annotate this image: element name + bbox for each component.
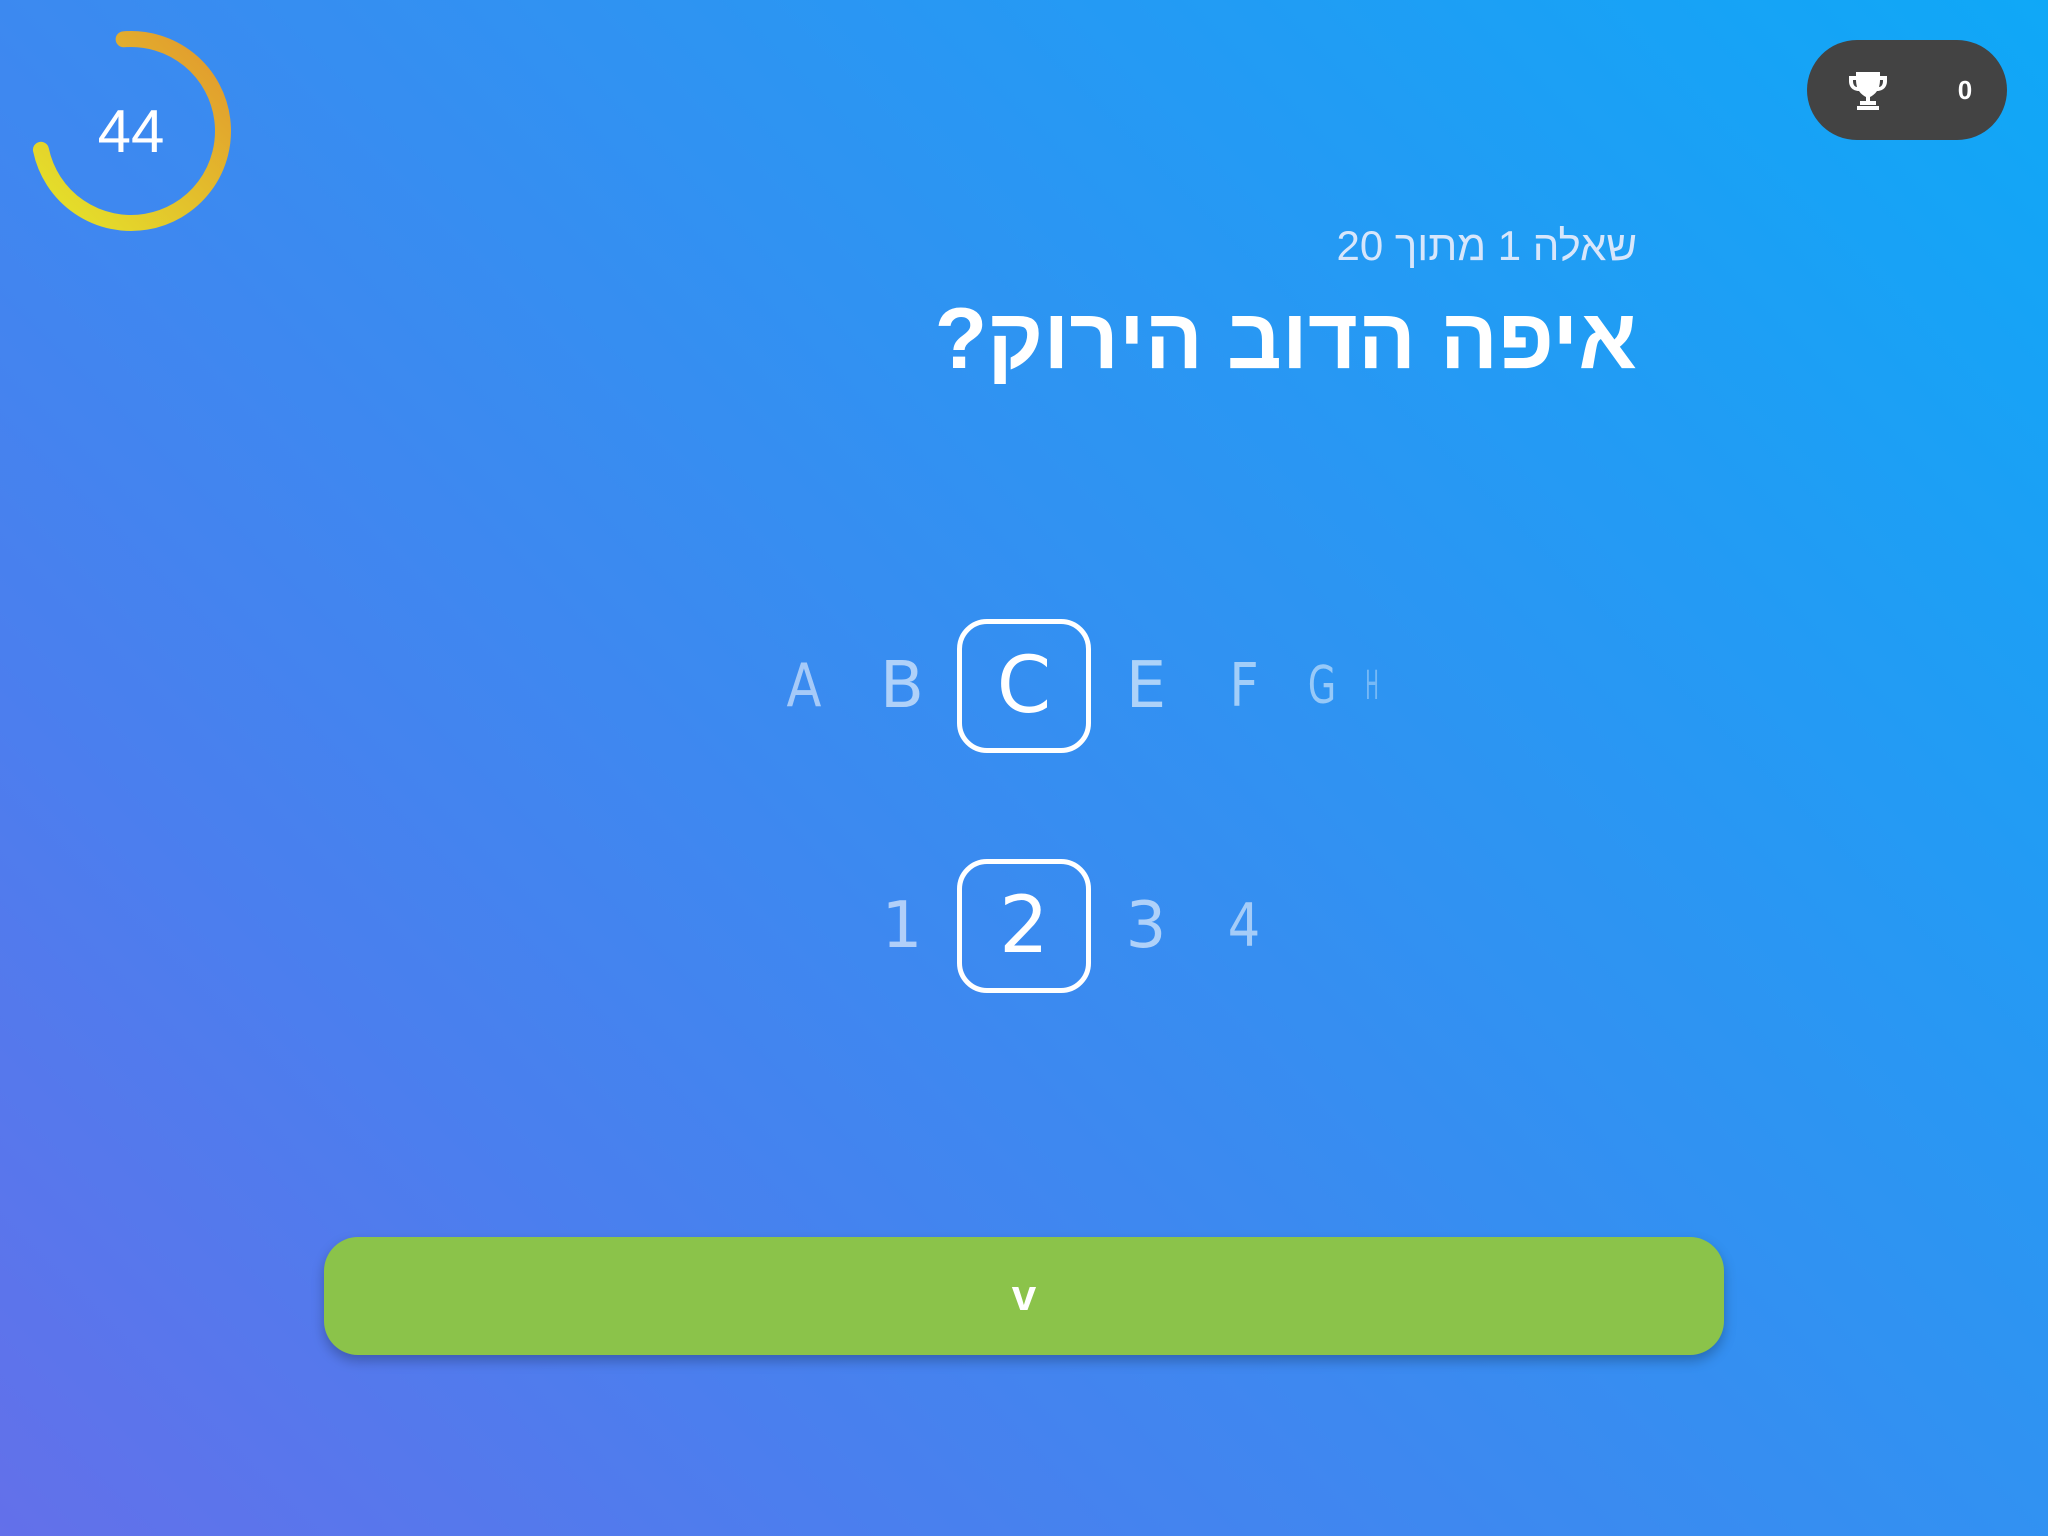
- question-progress: שאלה 1 מתוך 20: [1336, 222, 1637, 269]
- score-pill: 0: [1807, 40, 2007, 140]
- letter-option-f[interactable]: F: [1210, 616, 1278, 756]
- number-option-4[interactable]: 4: [1210, 856, 1278, 996]
- letter-picker[interactable]: ABCEFGH: [0, 616, 2048, 756]
- letter-option-b[interactable]: B: [862, 616, 942, 756]
- trophy-icon: [1849, 72, 1887, 110]
- number-option-2[interactable]: 2: [957, 859, 1091, 993]
- submit-button[interactable]: v: [324, 1237, 1724, 1355]
- score-value: 0: [1957, 75, 1973, 105]
- number-picker[interactable]: 1234: [0, 856, 2048, 996]
- timer-value: 44: [97, 97, 165, 165]
- letter-option-e[interactable]: E: [1106, 616, 1186, 756]
- letter-option-h[interactable]: H: [1354, 616, 1390, 756]
- number-option-3[interactable]: 3: [1106, 856, 1186, 996]
- letter-option-g[interactable]: G: [1294, 616, 1350, 756]
- countdown-timer: 44: [28, 28, 234, 234]
- number-option-1[interactable]: 1: [862, 856, 942, 996]
- letter-option-a[interactable]: A: [770, 616, 838, 756]
- question-text: איפה הדוב הירוק?: [934, 291, 1637, 387]
- letter-option-c[interactable]: C: [957, 619, 1091, 753]
